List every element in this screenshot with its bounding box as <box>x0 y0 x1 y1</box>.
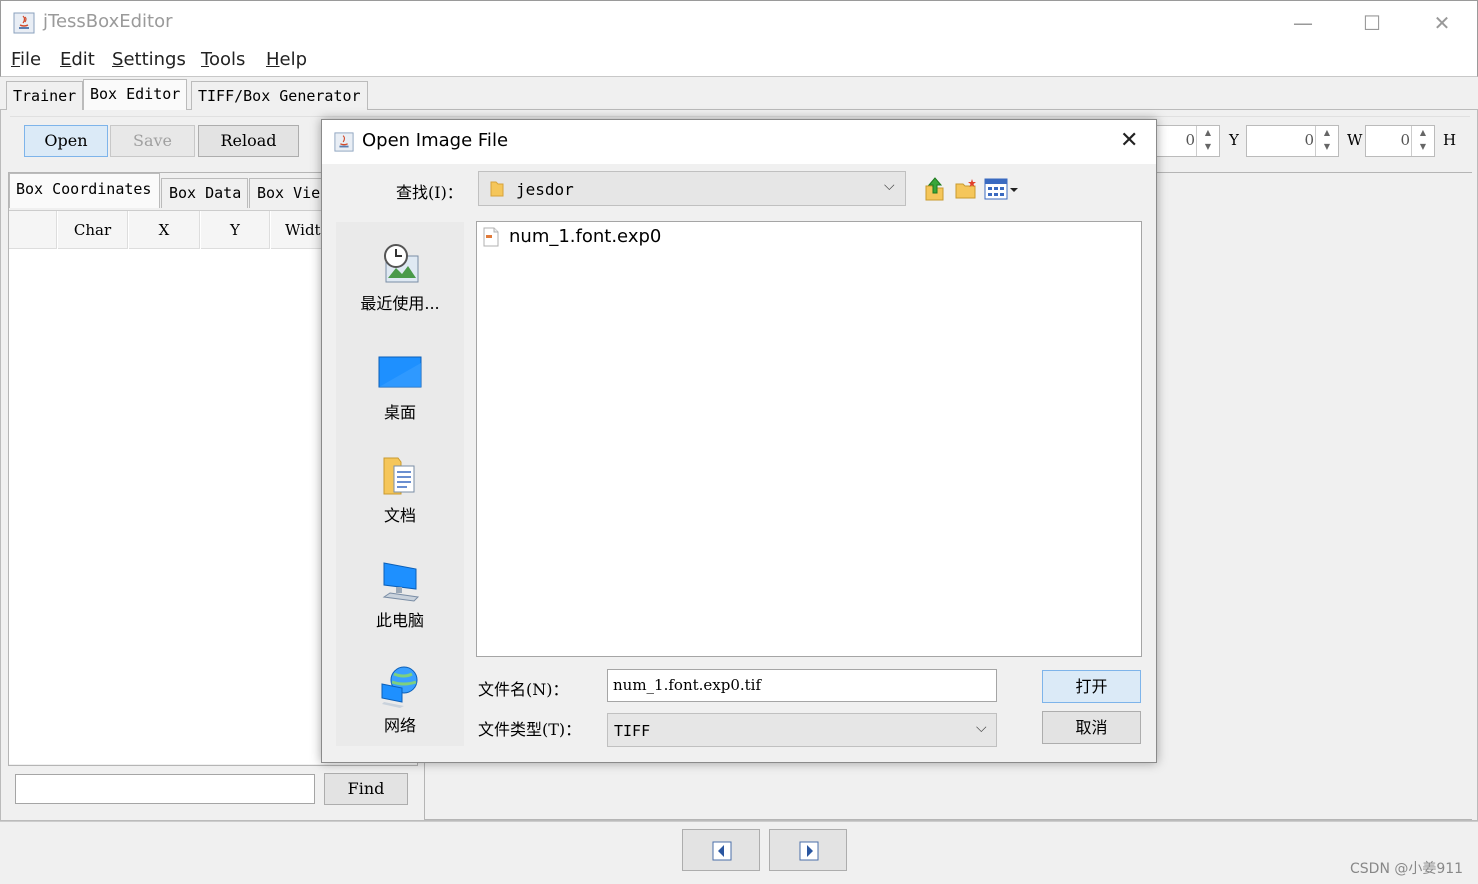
place-recent-label: 最近使用... <box>360 294 440 313</box>
maximize-icon[interactable]: ☐ <box>1349 9 1395 37</box>
place-documents-label: 文档 <box>383 506 416 525</box>
up-one-level-icon[interactable] <box>923 176 947 202</box>
place-recent[interactable]: 最近使用... <box>336 242 464 314</box>
dialog-close-icon[interactable]: ✕ <box>1120 128 1138 153</box>
table-header-width[interactable]: Widt <box>271 211 323 249</box>
menu-edit[interactable]: Edit <box>60 49 95 70</box>
subtab-box-data[interactable]: Box Data <box>161 178 248 208</box>
dialog-title: Open Image File <box>362 130 509 151</box>
menu-help[interactable]: Help <box>266 49 307 70</box>
java-dialog-icon <box>334 132 354 152</box>
place-documents[interactable]: 文档 <box>336 454 464 526</box>
x-spinner-arrows-icon[interactable]: ▲ ▼ <box>1196 126 1219 156</box>
file-name: num_1.font.exp0 <box>509 226 662 247</box>
table-header-x[interactable]: X <box>129 211 200 249</box>
filetype-label: 文件类型(T)： <box>478 720 582 739</box>
place-this-pc-label: 此电脑 <box>375 611 424 630</box>
filename-input[interactable]: num_1.font.exp0.tif <box>607 669 997 702</box>
arrow-left-icon <box>712 841 732 861</box>
w-value: 0 <box>1400 131 1410 149</box>
tab-tiff-box-generator[interactable]: TIFF/Box Generator <box>191 81 368 110</box>
save-button[interactable]: Save <box>110 125 195 157</box>
find-input[interactable] <box>15 774 315 804</box>
table-header-rownum <box>9 211 57 249</box>
x-value: 0 <box>1185 131 1195 149</box>
computer-icon <box>382 562 420 602</box>
places-bar: 最近使用... 桌面 文档 此电脑 网络 <box>336 222 464 746</box>
filename-value: num_1.font.exp0.tif <box>613 676 762 694</box>
previous-page-button[interactable] <box>682 829 760 871</box>
arrow-right-icon <box>799 841 819 861</box>
open-file-button[interactable]: 打开 <box>1042 670 1141 703</box>
tab-box-editor[interactable]: Box Editor <box>83 79 188 110</box>
cancel-button[interactable]: 取消 <box>1042 711 1141 744</box>
chevron-down-icon[interactable]: ⌵ <box>976 720 987 736</box>
java-app-icon <box>13 12 35 34</box>
dialog-titlebar: Open Image File ✕ <box>322 120 1156 164</box>
place-desktop[interactable]: 桌面 <box>336 351 464 423</box>
look-in-value: jesdor <box>516 180 574 199</box>
place-desktop-label: 桌面 <box>383 403 416 422</box>
minimize-icon[interactable]: — <box>1280 9 1326 37</box>
file-icon <box>483 227 499 247</box>
watermark: CSDN @小姜911 <box>1350 861 1464 877</box>
w-spinner-arrows-icon[interactable]: ▲ ▼ <box>1411 126 1434 156</box>
y-spinner-arrows-icon[interactable]: ▲ ▼ <box>1315 126 1338 156</box>
y-value: 0 <box>1304 131 1314 149</box>
table-header-char[interactable]: Char <box>58 211 128 249</box>
folder-icon <box>490 181 504 197</box>
menu-file[interactable]: File <box>11 49 41 70</box>
chevron-down-icon[interactable]: ⌵ <box>884 178 895 194</box>
filename-label: 文件名(N)： <box>478 680 569 699</box>
x-spinner[interactable]: 0 ▲ ▼ <box>1150 125 1220 157</box>
look-in-label: 查找(I)： <box>396 183 463 202</box>
w-spinner[interactable]: 0 ▲ ▼ <box>1365 125 1435 157</box>
window-titlebar: jTessBoxEditor — ☐ ✕ <box>0 0 1478 44</box>
new-folder-icon[interactable] <box>954 178 978 200</box>
menu-settings[interactable]: Settings <box>112 49 186 70</box>
open-button[interactable]: Open <box>24 125 108 157</box>
window-title: jTessBoxEditor <box>43 11 173 32</box>
table-header-y[interactable]: Y <box>201 211 270 249</box>
place-network[interactable]: 网络 <box>336 664 464 736</box>
place-this-pc[interactable]: 此电脑 <box>336 559 464 631</box>
y-label: Y <box>1229 131 1239 149</box>
subtab-box-coordinates[interactable]: Box Coordinates <box>9 173 160 208</box>
desktop-icon <box>378 356 422 388</box>
reload-button[interactable]: Reload <box>198 125 299 157</box>
filetype-value: TIFF <box>614 722 651 740</box>
look-in-combobox[interactable]: jesdor ⌵ <box>478 171 906 206</box>
filetype-combobox[interactable]: TIFF ⌵ <box>607 713 997 747</box>
next-page-button[interactable] <box>769 829 847 871</box>
tab-trainer[interactable]: Trainer <box>6 81 84 110</box>
find-button[interactable]: Find <box>324 773 408 805</box>
menu-bar: File Edit Settings Tools Help <box>0 44 1478 77</box>
network-icon <box>381 666 418 708</box>
documents-icon <box>383 457 415 495</box>
close-icon[interactable]: ✕ <box>1419 9 1465 37</box>
h-label: H <box>1443 131 1457 149</box>
view-menu-icon[interactable] <box>984 178 1020 200</box>
y-spinner[interactable]: 0 ▲ ▼ <box>1246 125 1339 157</box>
menu-tools[interactable]: Tools <box>201 49 245 70</box>
open-image-file-dialog: Open Image File ✕ 查找(I)： jesdor ⌵ 最近使用..… <box>321 119 1157 763</box>
subtab-box-view[interactable]: Box Vie <box>249 178 323 208</box>
place-network-label: 网络 <box>383 716 416 735</box>
w-label: W <box>1347 131 1363 149</box>
file-list[interactable]: num_1.font.exp0 <box>476 221 1142 657</box>
recent-items-icon <box>384 244 419 283</box>
